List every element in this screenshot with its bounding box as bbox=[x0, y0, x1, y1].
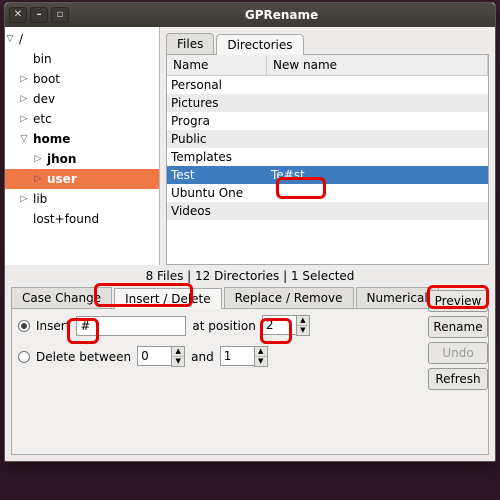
tree-label: / bbox=[19, 32, 23, 46]
tree-label: lib bbox=[33, 192, 47, 206]
list-name: Test bbox=[167, 168, 267, 182]
tree-label: boot bbox=[33, 72, 60, 86]
status-text: 8 Files | 12 Directories | 1 Selected bbox=[5, 265, 495, 287]
delete-to-input[interactable] bbox=[220, 346, 254, 366]
delete-label: Delete between bbox=[36, 350, 131, 364]
expander-icon[interactable]: ▽ bbox=[19, 134, 29, 144]
expander-icon[interactable]: ▷ bbox=[19, 114, 29, 124]
tree-label: home bbox=[33, 132, 70, 146]
expander-icon[interactable]: ▷ bbox=[19, 94, 29, 104]
close-icon[interactable]: ✕ bbox=[9, 7, 27, 23]
operation-tabs: Case Change Insert / Delete Replace / Re… bbox=[11, 287, 489, 308]
list-item[interactable]: Pictures bbox=[167, 94, 488, 112]
insert-label: Insert bbox=[36, 319, 70, 333]
preview-button[interactable]: Preview bbox=[428, 290, 488, 312]
tab-directories[interactable]: Directories bbox=[216, 34, 303, 55]
list-item[interactable]: Templates bbox=[167, 148, 488, 166]
tree-label: user bbox=[47, 172, 77, 186]
list-name: Personal bbox=[167, 78, 267, 92]
list-item[interactable]: Ubuntu One bbox=[167, 184, 488, 202]
rename-button[interactable]: Rename bbox=[428, 316, 488, 338]
list-item[interactable]: Progra bbox=[167, 112, 488, 130]
list-name: Ubuntu One bbox=[167, 186, 267, 200]
expander-icon[interactable]: ▷ bbox=[33, 174, 43, 184]
list-tabs: Files Directories bbox=[166, 33, 489, 55]
position-input[interactable] bbox=[262, 315, 296, 335]
tree-item-user[interactable]: ▷ user bbox=[5, 169, 159, 189]
tab-files[interactable]: Files bbox=[166, 33, 214, 54]
refresh-button[interactable]: Refresh bbox=[428, 368, 488, 390]
window-title: GPRename bbox=[72, 8, 491, 22]
insert-text-input[interactable] bbox=[76, 316, 186, 336]
tree-item-boot[interactable]: ▷ boot bbox=[5, 69, 159, 89]
list-item[interactable]: Public bbox=[167, 130, 488, 148]
tree-label: bin bbox=[33, 52, 52, 66]
list-newname: Te#st bbox=[267, 168, 488, 182]
directory-list: Name New name Personal Pictures Progra Publ… bbox=[166, 55, 489, 265]
radio-delete[interactable] bbox=[18, 351, 30, 363]
and-label: and bbox=[191, 350, 214, 364]
insert-delete-pane: Insert at position ▲▼ Delete between ▲▼ … bbox=[11, 308, 489, 455]
tab-insert-delete[interactable]: Insert / Delete bbox=[114, 288, 222, 309]
position-stepper[interactable]: ▲▼ bbox=[262, 315, 310, 336]
list-name: Public bbox=[167, 132, 267, 146]
undo-button[interactable]: Undo bbox=[428, 342, 488, 364]
tree-label: lost+found bbox=[33, 212, 99, 226]
tree-item-bin[interactable]: bin bbox=[5, 49, 159, 69]
tree-item-jhon[interactable]: ▷ jhon bbox=[5, 149, 159, 169]
chevron-down-icon[interactable]: ▼ bbox=[297, 326, 309, 335]
col-name[interactable]: Name bbox=[167, 55, 267, 75]
col-newname[interactable]: New name bbox=[267, 55, 488, 75]
delete-from-input[interactable] bbox=[137, 346, 171, 366]
list-name: Progra bbox=[167, 114, 267, 128]
radio-insert[interactable] bbox=[18, 320, 30, 332]
folder-tree[interactable]: ▽/bin▷boot▷dev▷etc▽home▷jhon▷user▷liblos… bbox=[5, 27, 160, 265]
expander-icon[interactable]: ▽ bbox=[5, 34, 15, 44]
tab-case[interactable]: Case Change bbox=[11, 287, 112, 308]
tree-item-etc[interactable]: ▷ etc bbox=[5, 109, 159, 129]
tree-label: jhon bbox=[47, 152, 76, 166]
list-item[interactable]: Videos bbox=[167, 202, 488, 220]
tab-replace[interactable]: Replace / Remove bbox=[224, 287, 354, 308]
expander-icon[interactable]: ▷ bbox=[19, 194, 29, 204]
chevron-up-icon[interactable]: ▲ bbox=[297, 316, 309, 326]
delete-to-stepper[interactable]: ▲▼ bbox=[220, 346, 268, 367]
tree-item-dev[interactable]: ▷ dev bbox=[5, 89, 159, 109]
delete-from-stepper[interactable]: ▲▼ bbox=[137, 346, 185, 367]
expander-icon[interactable]: ▷ bbox=[19, 74, 29, 84]
minimize-icon[interactable]: – bbox=[30, 7, 48, 23]
list-name: Pictures bbox=[167, 96, 267, 110]
position-label: at position bbox=[192, 319, 255, 333]
expander-icon[interactable]: ▷ bbox=[33, 154, 43, 164]
list-item[interactable]: TestTe#st bbox=[167, 166, 488, 184]
tree-item-lostfound[interactable]: lost+found bbox=[5, 209, 159, 229]
tree-label: etc bbox=[33, 112, 52, 126]
list-name: Templates bbox=[167, 150, 267, 164]
tree-label: dev bbox=[33, 92, 55, 106]
titlebar: ✕ – ▫ GPRename bbox=[5, 3, 495, 27]
tree-item-lib[interactable]: ▷ lib bbox=[5, 189, 159, 209]
list-item[interactable]: Personal bbox=[167, 76, 488, 94]
tree-item-home[interactable]: ▽ home bbox=[5, 129, 159, 149]
maximize-icon[interactable]: ▫ bbox=[51, 7, 69, 23]
tree-item-[interactable]: ▽/ bbox=[5, 29, 159, 49]
tab-numerical[interactable]: Numerical bbox=[356, 287, 439, 308]
list-name: Videos bbox=[167, 204, 267, 218]
